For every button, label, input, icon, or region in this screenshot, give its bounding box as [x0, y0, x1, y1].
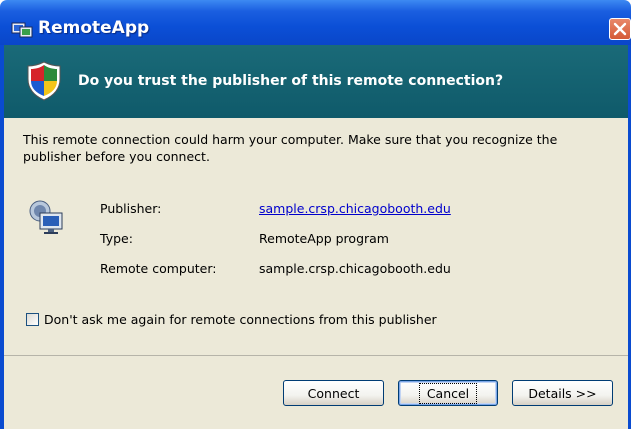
details-button-label: Details >>: [528, 385, 597, 401]
title-bar[interactable]: RemoteApp: [0, 0, 631, 45]
remoteapp-dialog: RemoteApp Do you trust the publisher of …: [0, 0, 631, 429]
close-button[interactable]: [609, 18, 631, 40]
shield-icon: [27, 61, 61, 101]
remote-computer-label: Remote computer:: [100, 261, 217, 276]
trust-question: Do you trust the publisher of this remot…: [78, 73, 504, 89]
dont-ask-label[interactable]: Don't ask me again for remote connection…: [44, 312, 437, 327]
window-title: RemoteApp: [38, 18, 150, 38]
connect-button-label: Connect: [307, 385, 360, 401]
publisher-link[interactable]: sample.crsp.chicagobooth.edu: [259, 201, 451, 216]
type-label: Type:: [100, 231, 133, 246]
close-icon: [613, 22, 627, 36]
publisher-label: Publisher:: [100, 201, 162, 216]
dont-ask-checkbox[interactable]: [26, 313, 39, 326]
details-button[interactable]: Details >>: [512, 380, 613, 406]
type-value: RemoteApp program: [259, 231, 389, 246]
cancel-button-label: Cancel: [418, 382, 478, 404]
warning-message: This remote connection could harm your c…: [23, 132, 558, 164]
remote-computer-icon: [29, 200, 63, 234]
connect-button[interactable]: Connect: [283, 380, 384, 406]
remoteapp-icon: [11, 22, 33, 38]
cancel-button[interactable]: Cancel: [398, 380, 498, 406]
remote-computer-value: sample.crsp.chicagobooth.edu: [259, 261, 451, 276]
